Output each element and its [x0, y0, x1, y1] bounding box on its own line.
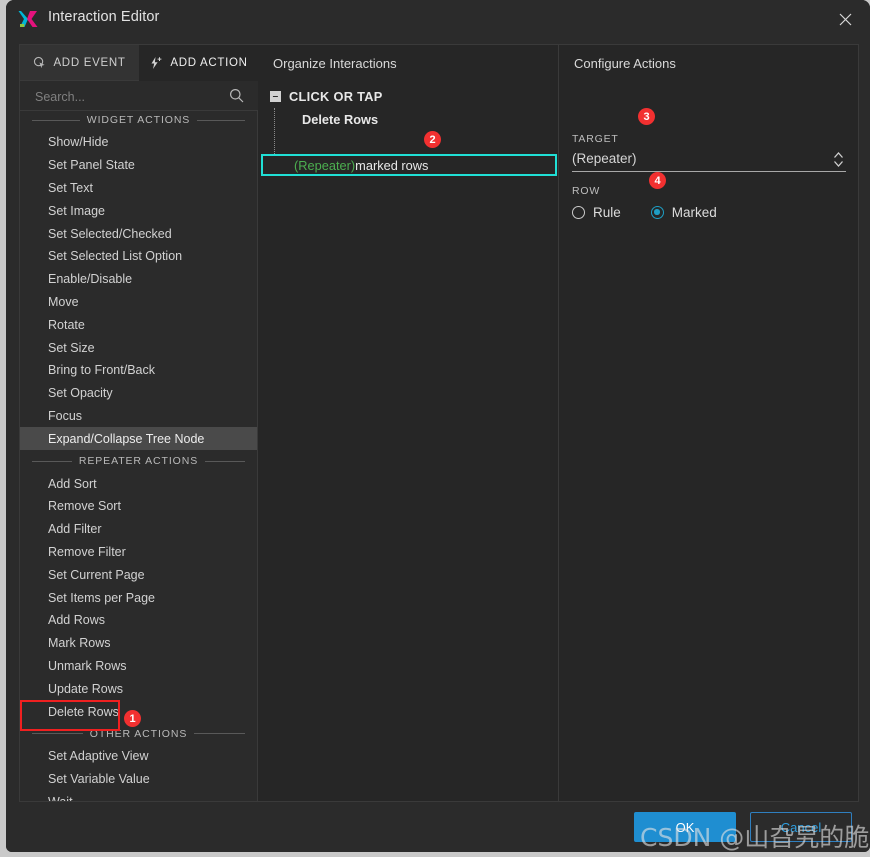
tree-event-node[interactable]: – CLICK OR TAP	[259, 85, 559, 108]
list-group-title: WIDGET ACTIONS	[87, 114, 190, 126]
divider	[197, 120, 245, 121]
lightning-plus-icon	[149, 56, 163, 70]
divider	[205, 461, 245, 462]
divider	[194, 733, 245, 734]
list-item[interactable]: Show/Hide	[20, 131, 257, 154]
tree-target-repeater-label: (Repeater)	[294, 158, 355, 173]
list-item[interactable]: Set Size	[20, 336, 257, 359]
list-item[interactable]: Enable/Disable	[20, 268, 257, 291]
interaction-tree: – CLICK OR TAP Delete Rows (Repeater) ma…	[259, 85, 559, 131]
list-item[interactable]: Unmark Rows	[20, 655, 257, 678]
divider	[32, 120, 80, 121]
tab-add-action[interactable]: ADD ACTION	[139, 45, 258, 81]
organize-interactions-panel: Organize Interactions – CLICK OR TAP Del…	[259, 45, 559, 801]
list-item[interactable]: Remove Sort	[20, 495, 257, 518]
list-item[interactable]: Set Image	[20, 199, 257, 222]
list-item[interactable]: Set Adaptive View	[20, 745, 257, 768]
actions-panel: ADD EVENT ADD ACTION	[20, 45, 258, 801]
search-icon[interactable]	[229, 88, 244, 108]
target-select[interactable]: (Repeater)	[572, 150, 846, 172]
list-item[interactable]: Set Opacity	[20, 382, 257, 405]
list-item[interactable]: Set Text	[20, 177, 257, 200]
list-item[interactable]: Move	[20, 291, 257, 314]
list-item[interactable]: Set Items per Page	[20, 586, 257, 609]
radio-rule[interactable]: Rule	[572, 205, 621, 220]
list-item[interactable]: Wait	[20, 791, 257, 801]
divider	[32, 733, 83, 734]
close-icon[interactable]	[822, 0, 868, 38]
actions-list[interactable]: WIDGET ACTIONSShow/HideSet Panel StateSe…	[20, 111, 257, 801]
radio-marked-label: Marked	[672, 205, 717, 220]
stepper-arrows-icon[interactable]	[833, 150, 844, 174]
callout-badge-4: 4	[649, 172, 666, 189]
tab-add-event-label: ADD EVENT	[53, 57, 125, 69]
cursor-click-icon	[33, 56, 46, 69]
editor-content: ADD EVENT ADD ACTION	[19, 44, 859, 802]
panel-tabs: ADD EVENT ADD ACTION	[20, 45, 258, 81]
list-item[interactable]: Add Rows	[20, 609, 257, 632]
organize-interactions-title: Organize Interactions	[273, 56, 397, 71]
list-item[interactable]: Set Variable Value	[20, 768, 257, 791]
tab-add-event[interactable]: ADD EVENT	[20, 45, 139, 81]
list-item[interactable]: Rotate	[20, 313, 257, 336]
target-select-value: (Repeater)	[572, 151, 637, 166]
list-group-header: REPEATER ACTIONS	[20, 450, 257, 472]
callout-box-1	[20, 700, 120, 731]
row-label: ROW	[572, 185, 600, 197]
list-item[interactable]: Focus	[20, 405, 257, 428]
radio-marked[interactable]: Marked	[651, 205, 717, 220]
configure-actions-title: Configure Actions	[574, 56, 676, 71]
list-item[interactable]: Set Panel State	[20, 154, 257, 177]
cancel-button[interactable]: Cancel	[750, 812, 852, 842]
tree-action-label: Delete Rows	[302, 112, 378, 127]
list-item[interactable]: Set Selected/Checked	[20, 222, 257, 245]
divider	[32, 461, 72, 462]
collapse-icon[interactable]: –	[270, 91, 281, 102]
callout-badge-3: 3	[638, 108, 655, 125]
ok-button[interactable]: OK	[634, 812, 736, 842]
list-item[interactable]: Bring to Front/Back	[20, 359, 257, 382]
target-label: TARGET	[572, 133, 619, 145]
callout-badge-2: 2	[424, 131, 441, 148]
callout-badge-1: 1	[124, 710, 141, 727]
list-group-title: REPEATER ACTIONS	[79, 455, 198, 467]
row-radio-group: Rule Marked	[572, 205, 717, 220]
tab-add-action-label: ADD ACTION	[170, 57, 247, 69]
radio-rule-circle-icon	[572, 206, 585, 219]
list-item[interactable]: Expand/Collapse Tree Node	[20, 427, 257, 450]
search-bar	[20, 81, 258, 111]
list-item[interactable]: Add Sort	[20, 472, 257, 495]
axure-x-logo-icon	[17, 7, 41, 31]
radio-marked-circle-icon	[651, 206, 664, 219]
title-bar: Interaction Editor	[6, 0, 870, 38]
list-item[interactable]: Mark Rows	[20, 632, 257, 655]
configure-actions-panel: Configure Actions TARGET (Repeater) ROW …	[560, 45, 858, 801]
tree-event-label: CLICK OR TAP	[289, 89, 383, 104]
tree-target-node[interactable]: (Repeater) marked rows	[261, 154, 557, 176]
search-input[interactable]	[33, 87, 227, 107]
list-item[interactable]: Add Filter	[20, 518, 257, 541]
tree-target-suffix-label: marked rows	[355, 158, 428, 173]
list-item[interactable]: Set Selected List Option	[20, 245, 257, 268]
list-item[interactable]: Update Rows	[20, 677, 257, 700]
list-item[interactable]: Set Current Page	[20, 563, 257, 586]
footer-bar: OK Cancel	[6, 802, 870, 852]
radio-rule-label: Rule	[593, 205, 621, 220]
window-title: Interaction Editor	[48, 9, 159, 25]
tree-action-node[interactable]: Delete Rows	[259, 108, 559, 131]
list-group-header: WIDGET ACTIONS	[20, 111, 257, 131]
list-item[interactable]: Remove Filter	[20, 541, 257, 564]
